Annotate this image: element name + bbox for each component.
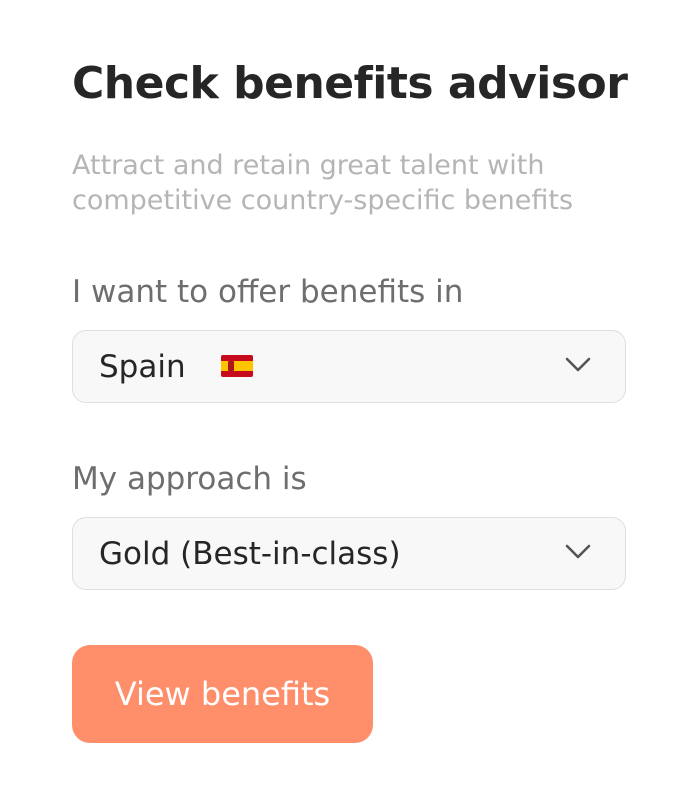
country-select[interactable]: Spain: [72, 330, 626, 403]
country-select-value: Spain: [99, 349, 186, 385]
approach-select[interactable]: Gold (Best-in-class): [72, 517, 626, 590]
spain-flag-icon: [221, 355, 253, 377]
page-subtitle: Attract and retain great talent with com…: [72, 150, 574, 216]
approach-select-value: Gold (Best-in-class): [99, 536, 401, 572]
chevron-down-icon: [565, 357, 591, 372]
chevron-down-icon: [565, 544, 591, 559]
country-field-label: I want to offer benefits in: [72, 274, 464, 310]
page-title: Check benefits advisor: [72, 58, 628, 109]
view-benefits-button[interactable]: View benefits: [72, 645, 373, 743]
approach-field-label: My approach is: [72, 461, 307, 497]
